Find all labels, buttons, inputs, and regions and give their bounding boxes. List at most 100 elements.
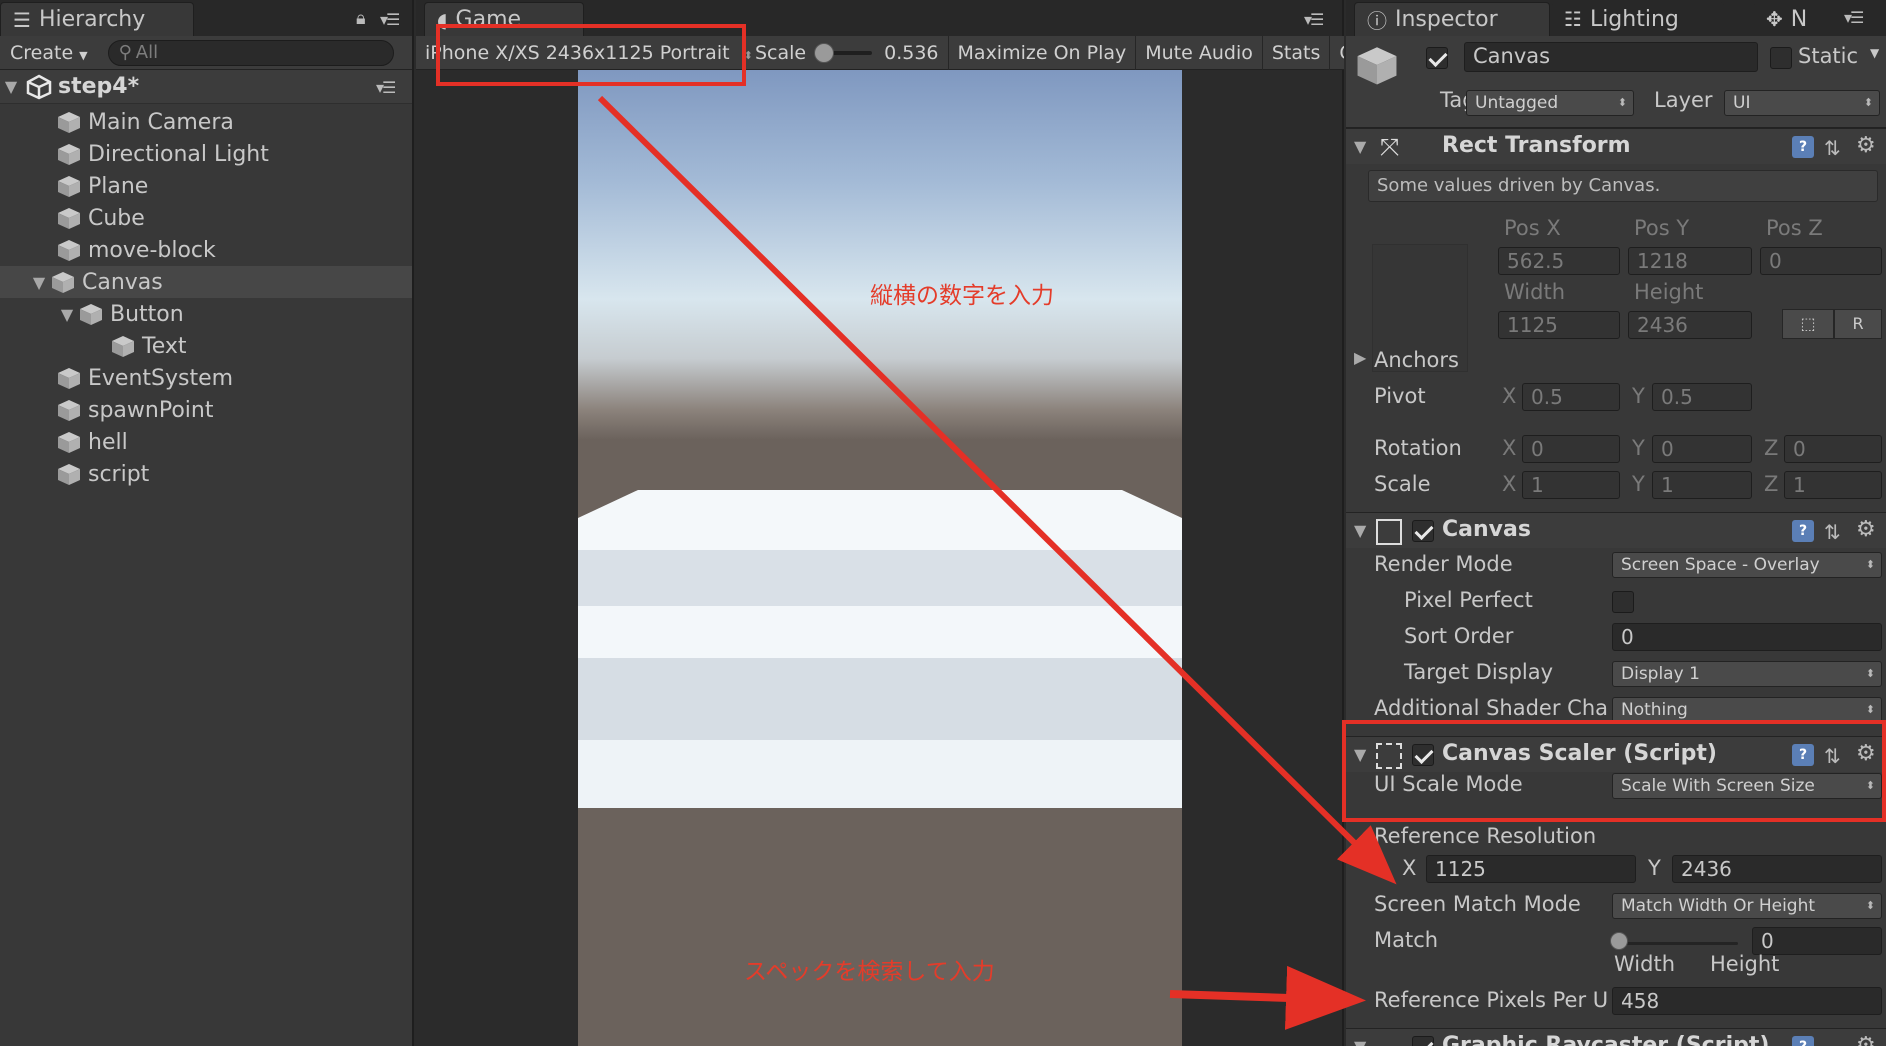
preset-icon[interactable]: ⇅ <box>1824 136 1846 160</box>
canvas-component-header[interactable]: ▼ Canvas ? ⇅ ⚙ <box>1346 512 1886 548</box>
tree-item-label: spawnPoint <box>88 397 214 423</box>
target-display-dropdown[interactable]: Display 1 ⬍ <box>1612 661 1882 687</box>
rect-transform-info: Some values driven by Canvas. <box>1368 170 1878 202</box>
scale-x-field[interactable]: 1 <box>1522 471 1620 499</box>
scale-slider[interactable] <box>814 42 873 63</box>
panel-menu-icon[interactable]: ▾☰ <box>1844 8 1864 27</box>
anchors-expand-icon[interactable]: ▶ <box>1354 348 1366 367</box>
render-mode-dropdown[interactable]: Screen Space - Overlay ⬍ <box>1612 552 1882 578</box>
expand-arrow-icon[interactable]: ▼ <box>56 305 78 324</box>
collapse-arrow-icon[interactable]: ▼ <box>1354 1037 1366 1046</box>
gear-icon[interactable]: ⚙ <box>1856 1033 1876 1046</box>
tree-item-directional-light[interactable]: Directional Light <box>0 138 412 170</box>
tab-inspector[interactable]: ⓘ Inspector <box>1354 2 1550 36</box>
tree-item-label: script <box>88 461 150 487</box>
reference-ppu-label: Reference Pixels Per U <box>1374 988 1609 1012</box>
expand-arrow-icon[interactable]: ▼ <box>0 77 22 96</box>
help-icon[interactable]: ? <box>1792 136 1814 158</box>
pivot-x-field[interactable]: 0.5 <box>1522 383 1620 411</box>
tree-item-cube[interactable]: Cube <box>0 202 412 234</box>
reference-resolution-x-field[interactable]: 1125 <box>1426 855 1636 883</box>
gameobject-header: Canvas Static ▼ Tag Untagged ⬍ Layer UI ⬍ <box>1346 36 1886 128</box>
static-dropdown-icon[interactable]: ▼ <box>1870 46 1879 60</box>
match-height-label: Height <box>1710 952 1780 976</box>
tree-item-eventsystem[interactable]: EventSystem <box>0 362 412 394</box>
pos-y-field[interactable]: 1218 <box>1628 247 1752 275</box>
scale-z-field[interactable]: 1 <box>1784 471 1882 499</box>
graphic-raycaster-enabled-checkbox[interactable] <box>1412 1036 1434 1046</box>
dropdown-arrow-icon: ⬍ <box>1865 899 1875 912</box>
scene-row[interactable]: ▼ step4* ▾☰ <box>0 70 412 104</box>
rect-transform-header[interactable]: ▼ ⤧ Rect Transform ? ⇅ ⚙ <box>1346 128 1886 164</box>
tab-lighting[interactable]: ☷ Lighting <box>1552 2 1724 36</box>
tree-item-spawnpoint[interactable]: spawnPoint <box>0 394 412 426</box>
annotation-note-top: 縦横の数字を入力 <box>870 283 1054 309</box>
tree-item-move-block[interactable]: move-block <box>0 234 412 266</box>
static-checkbox[interactable] <box>1770 47 1792 69</box>
reference-resolution-y-field[interactable]: 2436 <box>1672 855 1882 883</box>
anchors-label[interactable]: Anchors <box>1374 348 1459 372</box>
collapse-arrow-icon[interactable]: ▼ <box>1354 137 1366 156</box>
maximize-on-play-button[interactable]: Maximize On Play <box>949 35 1137 70</box>
raw-edit-button[interactable]: R <box>1834 309 1882 339</box>
match-slider[interactable] <box>1618 942 1738 945</box>
match-slider-thumb[interactable] <box>1610 932 1628 950</box>
help-icon[interactable]: ? <box>1792 520 1814 542</box>
tab-hierarchy[interactable]: ☰ Hierarchy <box>0 2 194 36</box>
width-field[interactable]: 1125 <box>1498 311 1620 339</box>
collapse-arrow-icon[interactable]: ▼ <box>1354 521 1366 540</box>
rotation-x-field[interactable]: 0 <box>1522 435 1620 463</box>
match-value-field[interactable]: 0 <box>1752 927 1882 955</box>
panel-menu-icon[interactable]: ▾☰ <box>1304 10 1324 29</box>
layer-dropdown[interactable]: UI ⬍ <box>1724 90 1880 116</box>
reference-ppu-field[interactable]: 458 <box>1612 987 1882 1015</box>
panel-menu-icon[interactable]: ▾☰ <box>380 10 400 29</box>
tree-item-canvas[interactable]: ▼ Canvas <box>0 266 412 298</box>
hierarchy-search-input[interactable]: ⚲ All <box>107 39 394 66</box>
pos-x-field[interactable]: 562.5 <box>1498 247 1620 275</box>
pos-y-label: Pos Y <box>1634 216 1690 240</box>
height-field[interactable]: 2436 <box>1628 311 1752 339</box>
annotation-note-bottom: スペックを検索して入力 <box>744 959 995 985</box>
tree-item-label: Cube <box>88 205 145 231</box>
tree-item-text[interactable]: Text <box>0 330 412 362</box>
screen-match-mode-dropdown[interactable]: Match Width Or Height ⬍ <box>1612 893 1882 919</box>
rotation-z-field[interactable]: 0 <box>1784 435 1882 463</box>
tree-item-label: EventSystem <box>88 365 234 391</box>
annotation-box-resolution <box>436 24 746 86</box>
tree-item-label: move-block <box>88 237 216 263</box>
pivot-x-axis-label: X <box>1502 384 1517 408</box>
active-checkbox[interactable] <box>1426 47 1448 69</box>
canvas-enabled-checkbox[interactable] <box>1412 520 1434 542</box>
tag-dropdown[interactable]: Untagged ⬍ <box>1466 90 1634 116</box>
blueprint-mode-button[interactable]: ⬚ <box>1782 309 1834 339</box>
tree-item-main-camera[interactable]: Main Camera <box>0 106 412 138</box>
gear-icon[interactable]: ⚙ <box>1856 133 1876 158</box>
scene-menu-icon[interactable]: ▾☰ <box>376 78 396 97</box>
tree-item-script[interactable]: script <box>0 458 412 490</box>
ref-x-axis-label: X <box>1402 856 1417 880</box>
graphic-raycaster-header[interactable]: ▼ Graphic Raycaster (Script) ? ⚙ <box>1346 1028 1886 1046</box>
stats-button[interactable]: Stats <box>1263 35 1331 70</box>
game-viewport: 縦横の数字を入力 スペックを検索して入力 <box>578 70 1182 1046</box>
create-button[interactable]: Create ▼ <box>10 42 88 64</box>
expand-arrow-icon[interactable]: ▼ <box>28 273 50 292</box>
preset-icon[interactable]: ⇅ <box>1824 520 1846 544</box>
pixel-perfect-checkbox[interactable] <box>1612 591 1634 613</box>
scale-y-field[interactable]: 1 <box>1652 471 1752 499</box>
tree-item-button[interactable]: ▼ Button <box>0 298 412 330</box>
mute-audio-button[interactable]: Mute Audio <box>1136 35 1263 70</box>
tab-navigation[interactable]: ✥ N <box>1754 2 1844 36</box>
sort-order-field[interactable]: 0 <box>1612 623 1882 651</box>
rotation-y-field[interactable]: 0 <box>1652 435 1752 463</box>
tree-item-hell[interactable]: hell <box>0 426 412 458</box>
lock-icon[interactable]: 🔒︎ <box>356 8 365 29</box>
pos-z-field[interactable]: 0 <box>1760 247 1882 275</box>
gizmos-button[interactable]: G <box>1330 36 1344 70</box>
object-name-input[interactable]: Canvas <box>1464 42 1758 72</box>
gear-icon[interactable]: ⚙ <box>1856 517 1876 542</box>
help-icon[interactable]: ? <box>1792 1036 1814 1046</box>
scale-slider-thumb[interactable] <box>814 42 835 63</box>
pivot-y-field[interactable]: 0.5 <box>1652 383 1752 411</box>
tree-item-plane[interactable]: Plane <box>0 170 412 202</box>
